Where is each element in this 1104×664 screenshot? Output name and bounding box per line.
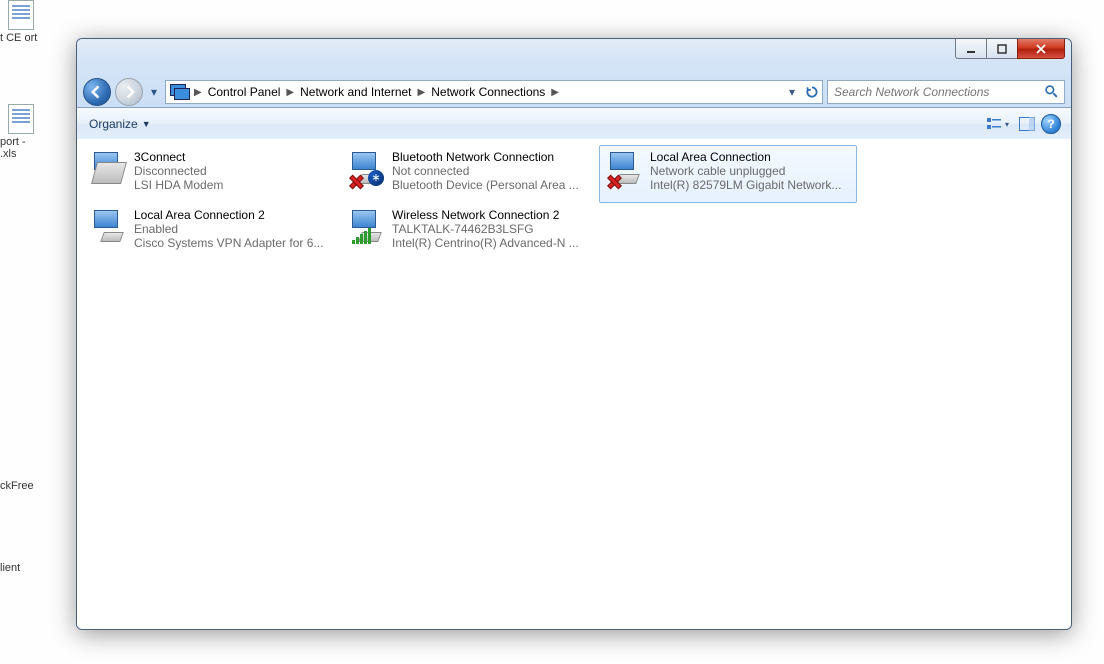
close-button[interactable] — [1017, 39, 1065, 59]
forward-button[interactable] — [115, 78, 143, 106]
connection-name: Wireless Network Connection 2 — [392, 208, 594, 222]
desktop-item-label[interactable]: lient — [0, 562, 40, 574]
desktop-item-label[interactable]: t CE ort — [0, 32, 40, 44]
nic-icon — [604, 150, 644, 190]
connection-status: TALKTALK-74462B3LSFG — [392, 222, 594, 236]
connection-item[interactable]: 3ConnectDisconnectedLSI HDA Modem — [83, 145, 341, 203]
back-button[interactable] — [83, 78, 111, 106]
wifi-icon — [346, 208, 386, 248]
bluetooth-icon: ∗ — [368, 170, 384, 186]
chevron-right-icon[interactable]: ▶ — [284, 87, 296, 98]
address-dropdown-button[interactable]: ▾ — [782, 82, 802, 102]
connection-device: Cisco Systems VPN Adapter for 6... — [134, 236, 336, 250]
chevron-down-icon: ▼ — [142, 119, 151, 129]
document-icon — [8, 0, 34, 30]
search-box[interactable] — [827, 80, 1065, 104]
connection-name: Local Area Connection 2 — [134, 208, 336, 222]
connection-device: LSI HDA Modem — [134, 178, 336, 192]
maximize-button[interactable] — [986, 39, 1018, 59]
nic-icon — [88, 208, 128, 248]
connection-status: Not connected — [392, 164, 594, 178]
desktop-item-label[interactable]: ckFree — [0, 480, 40, 492]
toolbar: Organize ▼ ? — [77, 108, 1071, 141]
connection-device: Intel(R) 82579LM Gigabit Network... — [650, 178, 852, 192]
modem-icon — [88, 150, 128, 190]
connection-name: 3Connect — [134, 150, 336, 164]
desktop-icons: t CE ort port - .xls ckFree lient — [0, 0, 40, 574]
chevron-right-icon[interactable]: ▶ — [416, 87, 428, 98]
breadcrumb-item[interactable]: Network and Internet — [296, 85, 415, 99]
history-dropdown[interactable]: ▾ — [147, 84, 161, 100]
connection-item[interactable]: Local Area Connection 2EnabledCisco Syst… — [83, 203, 341, 261]
minimize-button[interactable] — [955, 39, 987, 59]
view-options-button[interactable] — [981, 112, 1015, 136]
network-connections-icon — [170, 84, 188, 100]
window-titlebar[interactable]: ▾ ▶ Control Panel ▶ Network and Internet… — [77, 39, 1071, 108]
connection-name: Bluetooth Network Connection — [392, 150, 594, 164]
content-area: 3ConnectDisconnectedLSI HDA Modem ∗ Blueto… — [77, 139, 1071, 629]
connection-item[interactable]: Wireless Network Connection 2TALKTALK-74… — [341, 203, 599, 261]
breadcrumb-item[interactable]: Network Connections — [427, 85, 549, 99]
wifi-signal-icon — [352, 228, 371, 244]
error-x-icon — [606, 174, 620, 188]
connection-status: Enabled — [134, 222, 336, 236]
error-x-icon — [348, 174, 362, 188]
connection-device: Intel(R) Centrino(R) Advanced-N ... — [392, 236, 594, 250]
chevron-right-icon[interactable]: ▶ — [549, 87, 561, 98]
address-bar[interactable]: ▶ Control Panel ▶ Network and Internet ▶… — [165, 80, 823, 104]
refresh-button[interactable] — [802, 82, 822, 102]
document-icon — [8, 104, 34, 134]
help-button[interactable]: ? — [1039, 112, 1063, 136]
breadcrumb-item[interactable]: Control Panel — [204, 85, 285, 99]
connection-item[interactable]: Local Area ConnectionNetwork cable unplu… — [599, 145, 857, 203]
preview-pane-button[interactable] — [1015, 112, 1039, 136]
bluetooth-icon: ∗ — [346, 150, 386, 190]
organize-menu[interactable]: Organize ▼ — [85, 115, 155, 133]
chevron-right-icon[interactable]: ▶ — [192, 87, 204, 98]
connection-name: Local Area Connection — [650, 150, 852, 164]
connection-item[interactable]: ∗ Bluetooth Network ConnectionNot connect… — [341, 145, 599, 203]
help-icon: ? — [1041, 114, 1061, 134]
search-icon[interactable] — [1044, 84, 1058, 101]
organize-label: Organize — [89, 117, 138, 131]
connection-status: Network cable unplugged — [650, 164, 852, 178]
explorer-window: ▾ ▶ Control Panel ▶ Network and Internet… — [76, 38, 1072, 630]
search-input[interactable] — [828, 82, 1044, 102]
connection-status: Disconnected — [134, 164, 336, 178]
desktop-item-label[interactable]: port - .xls — [0, 136, 40, 160]
connection-device: Bluetooth Device (Personal Area ... — [392, 178, 594, 192]
